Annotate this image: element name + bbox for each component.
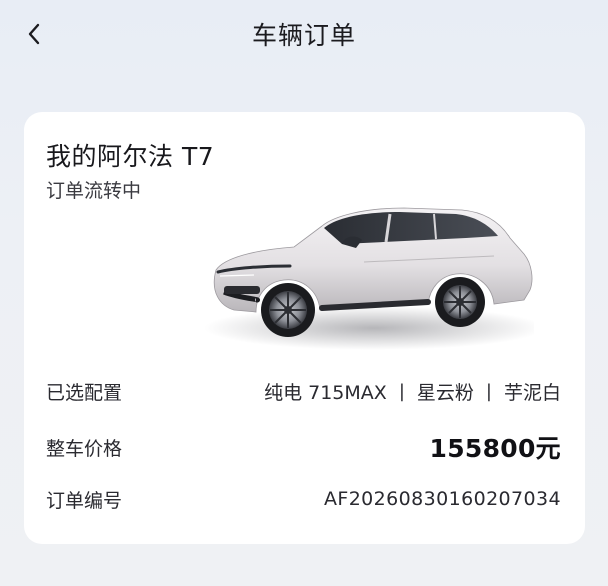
page: 车辆订单 我的阿尔法 T7 订单流转中 已选配置 纯电 715MAX | 星云粉… bbox=[0, 0, 608, 586]
page-title: 车辆订单 bbox=[251, 21, 356, 50]
price-row: 整车价格 155800元 bbox=[46, 432, 561, 463]
config-separator: | bbox=[398, 380, 405, 402]
price-label: 整车价格 bbox=[46, 437, 123, 460]
config-label: 已选配置 bbox=[46, 381, 123, 404]
order-status: 订单流转中 bbox=[46, 180, 142, 202]
config-row: 已选配置 纯电 715MAX | 星云粉 | 芋泥白 bbox=[46, 376, 561, 406]
config-item-version: 纯电 715MAX bbox=[264, 381, 387, 404]
config-separator: | bbox=[485, 380, 492, 402]
vehicle-name: 我的阿尔法 T7 bbox=[46, 142, 215, 171]
config-item-interior: 芋泥白 bbox=[503, 381, 561, 404]
config-item-exterior: 星云粉 bbox=[416, 381, 474, 404]
car-image bbox=[204, 207, 534, 350]
order-number-label: 订单编号 bbox=[46, 489, 123, 512]
price-value: 155800元 bbox=[429, 434, 561, 463]
config-value: 纯电 715MAX | 星云粉 | 芋泥白 bbox=[264, 378, 561, 405]
order-number-row: 订单编号 AF20260830160207034 bbox=[46, 484, 561, 514]
order-card[interactable]: 我的阿尔法 T7 订单流转中 已选配置 纯电 715MAX | 星云粉 | 芋泥… bbox=[24, 112, 585, 544]
nav-bar: 车辆订单 bbox=[0, 0, 608, 70]
order-number-value: AF20260830160207034 bbox=[323, 488, 561, 510]
